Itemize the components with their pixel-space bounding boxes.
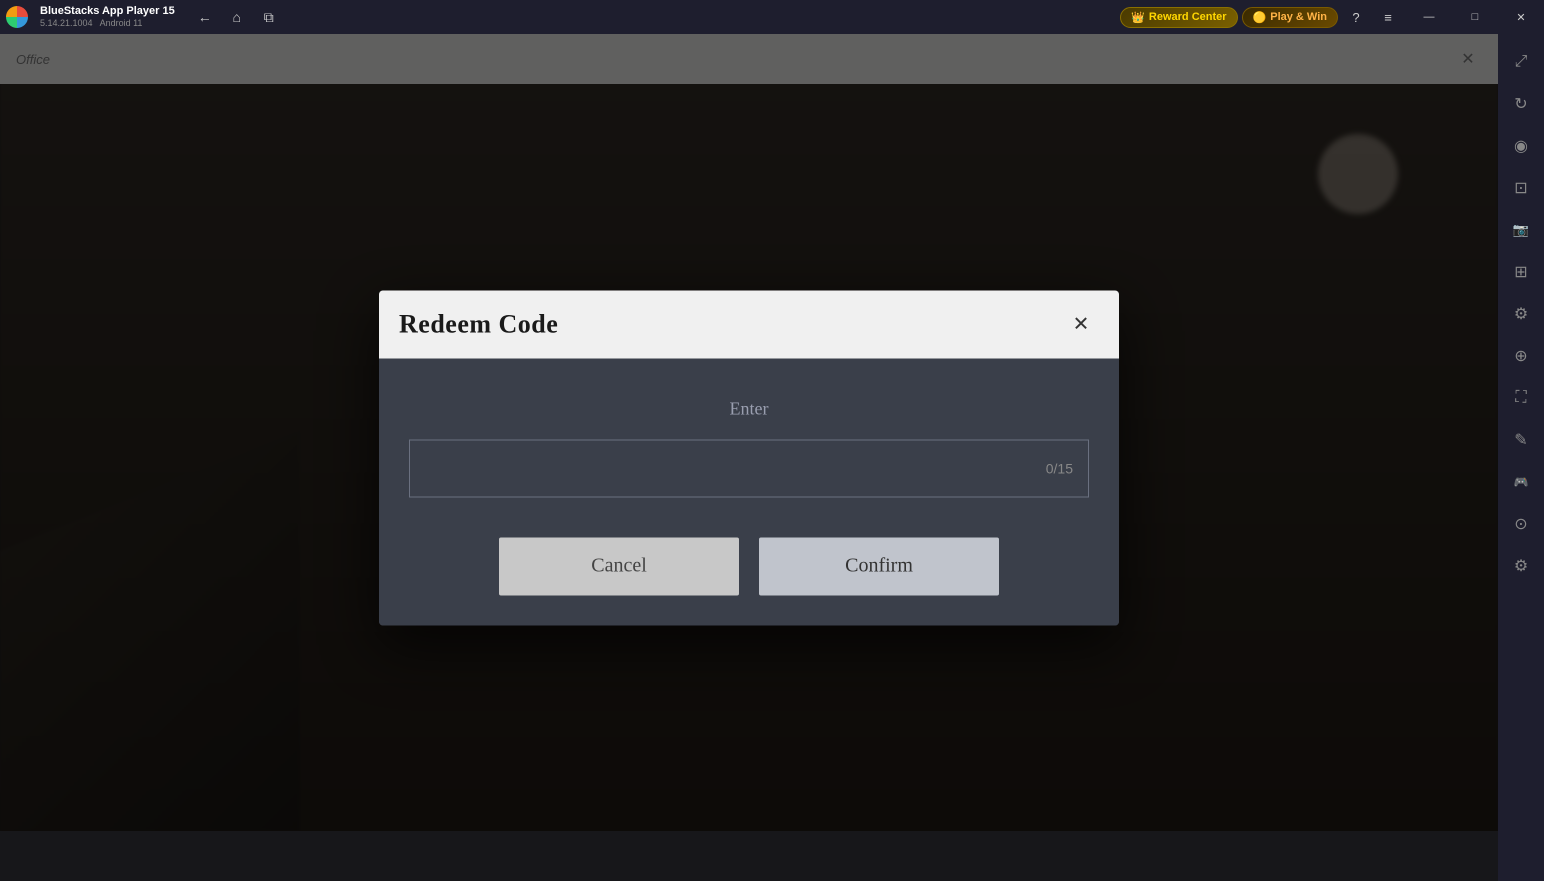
modal-enter-label: Enter xyxy=(409,398,1089,419)
modal-title: Redeem Code xyxy=(399,309,558,339)
sidebar-macro-button[interactable]: ⊙ xyxy=(1501,504,1541,544)
sidebar-volume-button[interactable]: ◉ xyxy=(1501,126,1541,166)
edit-icon: ✎ xyxy=(1514,430,1527,450)
macro-icon: ⊙ xyxy=(1514,514,1527,534)
screenshot-icon: ⊡ xyxy=(1514,178,1527,198)
close-button[interactable]: ✕ xyxy=(1498,0,1544,34)
sidebar-screenshot-button[interactable]: ⊡ xyxy=(1501,168,1541,208)
maximize-button[interactable]: □ xyxy=(1452,0,1498,34)
bluestacks-logo xyxy=(6,6,28,28)
cancel-button[interactable]: Cancel xyxy=(499,537,739,595)
camera-icon: 📷 xyxy=(1513,222,1529,238)
app-name: BlueStacks App Player 15 5.14.21.1004 An… xyxy=(40,5,175,29)
sidebar-camera-button[interactable]: 📷 xyxy=(1501,210,1541,250)
help-button[interactable]: ? xyxy=(1342,3,1370,31)
sidebar-apk-button[interactable]: ⊞ xyxy=(1501,252,1541,292)
rotate-icon: ↻ xyxy=(1514,94,1527,114)
titlebar: BlueStacks App Player 15 5.14.21.1004 An… xyxy=(0,0,1544,34)
nav-buttons: ← ⌂ ⧉ xyxy=(191,3,283,31)
redeem-code-modal: Redeem Code ✕ Enter 0/15 Cancel Confirm xyxy=(379,290,1119,625)
modal-close-button[interactable]: ✕ xyxy=(1063,306,1099,342)
redeem-code-input[interactable] xyxy=(409,439,1089,497)
app-name-main: BlueStacks App Player 15 xyxy=(40,5,175,18)
app-version: 5.14.21.1004 Android 11 xyxy=(40,18,175,29)
titlebar-right: 👑 Reward Center 🟡 Play & Win ? ≡ xyxy=(1120,3,1402,31)
expand-icon: ⤢ xyxy=(1515,53,1528,71)
sidebar-fullscreen-button[interactable]: ⛶ xyxy=(1501,378,1541,418)
play-win-label: Play & Win xyxy=(1270,11,1327,23)
sidebar-rotate-button[interactable]: ↻ xyxy=(1501,84,1541,124)
settings2-icon: ⚙ xyxy=(1514,556,1528,576)
menu-button[interactable]: ≡ xyxy=(1374,3,1402,31)
copy-button[interactable]: ⧉ xyxy=(255,3,283,31)
sidebar-gamepad-button[interactable]: 🎮 xyxy=(1501,462,1541,502)
play-win-button[interactable]: 🟡 Play & Win xyxy=(1242,7,1338,28)
modal-buttons: Cancel Confirm xyxy=(409,537,1089,595)
sidebar-settings2-button[interactable]: ⚙ xyxy=(1501,546,1541,586)
modal-overlay: Redeem Code ✕ Enter 0/15 Cancel Confirm xyxy=(0,34,1498,881)
settings-icon: ⚙ xyxy=(1514,304,1528,324)
back-button[interactable]: ← xyxy=(191,3,219,31)
reward-crown-icon: 👑 xyxy=(1131,11,1145,24)
modal-header: Redeem Code ✕ xyxy=(379,290,1119,358)
playwin-coin-icon: 🟡 xyxy=(1253,11,1267,24)
sidebar-expand-button[interactable]: ⤢ xyxy=(1501,42,1541,82)
app-logo xyxy=(0,0,34,34)
modal-input-wrapper: 0/15 xyxy=(409,439,1089,497)
confirm-button[interactable]: Confirm xyxy=(759,537,999,595)
sidebar-zoom-button[interactable]: ⊕ xyxy=(1501,336,1541,376)
minimize-button[interactable]: — xyxy=(1406,0,1452,34)
reward-center-label: Reward Center xyxy=(1149,11,1227,23)
sidebar-settings-button[interactable]: ⚙ xyxy=(1501,294,1541,334)
modal-body: Enter 0/15 Cancel Confirm xyxy=(379,358,1119,625)
fullscreen-icon: ⛶ xyxy=(1515,389,1526,407)
zoom-icon: ⊕ xyxy=(1514,346,1527,366)
volume-icon: ◉ xyxy=(1514,136,1528,156)
apk-icon: ⊞ xyxy=(1514,262,1527,282)
home-button[interactable]: ⌂ xyxy=(223,3,251,31)
window-controls: — □ ✕ xyxy=(1406,0,1544,34)
gamepad-icon: 🎮 xyxy=(1514,475,1529,489)
reward-center-button[interactable]: 👑 Reward Center xyxy=(1120,7,1237,28)
right-sidebar: ⤢ ↻ ◉ ⊡ 📷 ⊞ ⚙ ⊕ ⛶ ✎ 🎮 ⊙ ⚙ xyxy=(1498,34,1544,881)
sidebar-edit-button[interactable]: ✎ xyxy=(1501,420,1541,460)
main-area: Office ✕ Redeem Code ✕ Enter 0/15 Cancel… xyxy=(0,34,1498,881)
